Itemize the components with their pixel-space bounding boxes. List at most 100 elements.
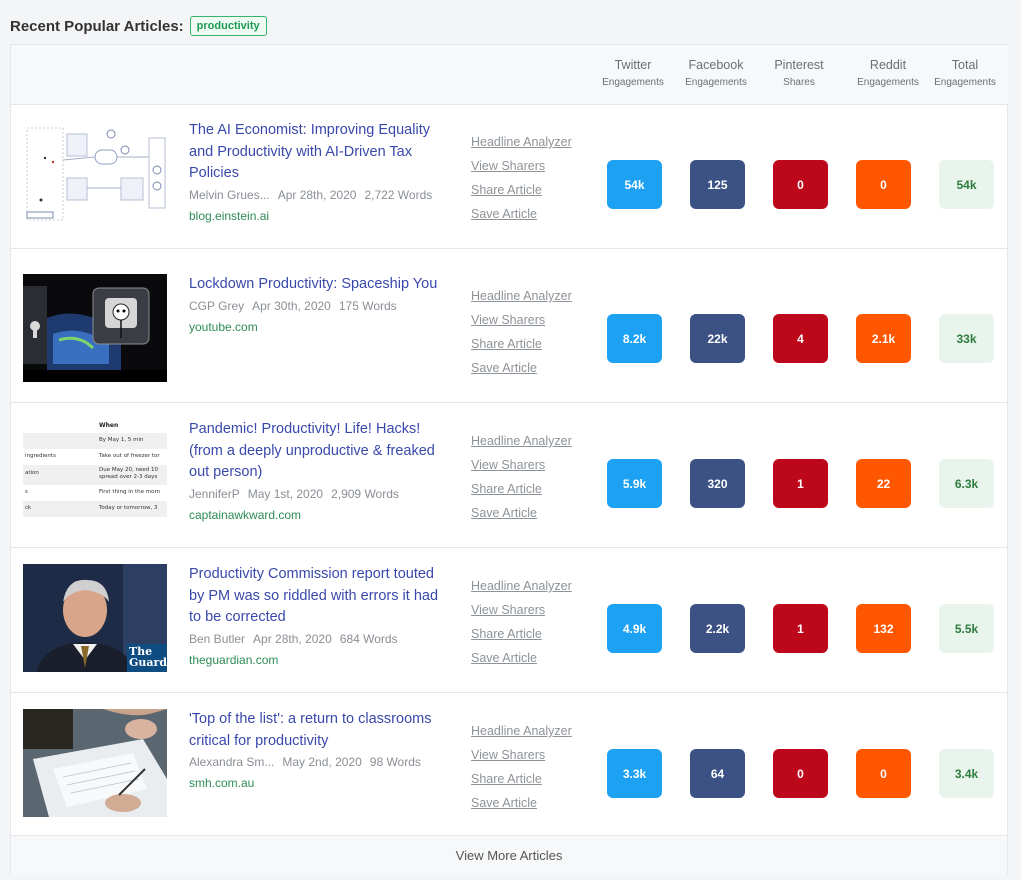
- article-domain-link[interactable]: theguardian.com: [189, 653, 449, 667]
- pinterest-shares-badge[interactable]: 4: [773, 314, 828, 363]
- view-sharers-link[interactable]: View Sharers: [471, 457, 572, 474]
- share-article-link[interactable]: Share Article: [471, 336, 572, 353]
- reddit-engagements-badge[interactable]: 2.1k: [856, 314, 911, 363]
- article-info: The AI Economist: Improving Equality and…: [189, 120, 449, 223]
- article-author[interactable]: Melvin Grues...: [189, 188, 270, 202]
- twitter-engagements-badge[interactable]: 4.9k: [607, 604, 662, 653]
- facebook-engagements-badge[interactable]: 64: [690, 749, 745, 798]
- save-article-link[interactable]: Save Article: [471, 206, 572, 223]
- facebook-engagements-badge[interactable]: 2.2k: [690, 604, 745, 653]
- article-author[interactable]: JenniferP: [189, 487, 240, 501]
- article-title-link[interactable]: Lockdown Productivity: Spaceship You: [189, 274, 449, 296]
- article-actions: Headline Analyzer View Sharers Share Art…: [471, 134, 572, 223]
- article-domain-link[interactable]: blog.einstein.ai: [189, 209, 449, 223]
- thumb-table-header: When: [99, 422, 119, 429]
- topic-tag[interactable]: productivity: [189, 16, 267, 36]
- reddit-engagements-badge[interactable]: 0: [856, 160, 911, 209]
- article-info: 'Top of the list': a return to classroom…: [189, 709, 449, 790]
- article-author[interactable]: CGP Grey: [189, 299, 244, 313]
- article-date: Apr 28th, 2020: [253, 631, 332, 646]
- headline-analyzer-link[interactable]: Headline Analyzer: [471, 578, 572, 595]
- pinterest-shares-badge[interactable]: 0: [773, 160, 828, 209]
- thumb-cell: Take out of freezer tor: [99, 453, 160, 459]
- article-thumbnail[interactable]: When By May 1, 5 min ingredients Take ou…: [23, 419, 167, 527]
- facebook-engagements-badge[interactable]: 320: [690, 459, 745, 508]
- article-author[interactable]: Ben Butler: [189, 632, 245, 646]
- pinterest-shares-badge[interactable]: 0: [773, 749, 828, 798]
- thumb-cell: By May 1, 5 min: [99, 437, 144, 443]
- article-actions: Headline Analyzer View Sharers Share Art…: [471, 578, 572, 667]
- thumb-cell: ation: [25, 470, 39, 476]
- share-article-link[interactable]: Share Article: [471, 626, 572, 643]
- twitter-engagements-badge[interactable]: 3.3k: [607, 749, 662, 798]
- share-article-link[interactable]: Share Article: [471, 182, 572, 199]
- column-header-pinterest[interactable]: Pinterest Shares: [758, 57, 840, 90]
- column-header-subtitle: Engagements: [857, 77, 919, 88]
- total-engagements-badge[interactable]: 54k: [939, 160, 994, 209]
- save-article-link[interactable]: Save Article: [471, 795, 572, 812]
- article-row: 'Top of the list': a return to classroom…: [11, 693, 1009, 838]
- article-thumbnail[interactable]: The Guard: [23, 564, 167, 672]
- reddit-engagements-badge[interactable]: 132: [856, 604, 911, 653]
- thumb-table-row: ingredients Take out of freezer tor: [23, 449, 167, 465]
- headline-analyzer-link[interactable]: Headline Analyzer: [471, 433, 572, 450]
- article-date: Apr 30th, 2020: [252, 298, 331, 313]
- article-title-link[interactable]: The AI Economist: Improving Equality and…: [189, 120, 449, 185]
- article-domain-link[interactable]: youtube.com: [189, 320, 449, 334]
- article-meta: Melvin Grues... Apr 28th, 2020 2,722 Words: [189, 188, 449, 203]
- diagram-thumbnail-image: [23, 120, 167, 228]
- column-header-facebook[interactable]: Facebook Engagements: [675, 57, 757, 90]
- twitter-engagements-badge[interactable]: 5.9k: [607, 459, 662, 508]
- article-thumbnail[interactable]: [23, 274, 167, 382]
- section-header: Recent Popular Articles: productivity: [10, 16, 267, 36]
- view-sharers-link[interactable]: View Sharers: [471, 602, 572, 619]
- share-article-link[interactable]: Share Article: [471, 481, 572, 498]
- share-article-link[interactable]: Share Article: [471, 771, 572, 788]
- headline-analyzer-link[interactable]: Headline Analyzer: [471, 723, 572, 740]
- pinterest-shares-badge[interactable]: 1: [773, 459, 828, 508]
- thumb-cell: s: [25, 489, 28, 495]
- column-header-title: Reddit: [869, 58, 907, 72]
- save-article-link[interactable]: Save Article: [471, 650, 572, 667]
- article-title-link[interactable]: Pandemic! Productivity! Life! Hacks! (fr…: [189, 419, 449, 484]
- twitter-engagements-badge[interactable]: 8.2k: [607, 314, 662, 363]
- total-engagements-badge[interactable]: 6.3k: [939, 459, 994, 508]
- reddit-engagements-badge[interactable]: 0: [856, 749, 911, 798]
- article-meta: JenniferP May 1st, 2020 2,909 Words: [189, 487, 449, 502]
- article-thumbnail[interactable]: [23, 709, 167, 817]
- article-word-count: 684 Words: [339, 631, 398, 646]
- view-sharers-link[interactable]: View Sharers: [471, 747, 572, 764]
- view-more-articles-button[interactable]: View More Articles: [456, 848, 563, 863]
- article-date: May 2nd, 2020: [282, 755, 362, 769]
- view-sharers-link[interactable]: View Sharers: [471, 312, 572, 329]
- article-title-link[interactable]: Productivity Commission report touted by…: [189, 564, 449, 629]
- view-more-bar[interactable]: View More Articles: [11, 835, 1007, 874]
- total-engagements-badge[interactable]: 33k: [939, 314, 994, 363]
- thumb-table-row: By May 1, 5 min: [23, 433, 167, 449]
- facebook-engagements-badge[interactable]: 125: [690, 160, 745, 209]
- column-header-title: Twitter: [614, 58, 652, 72]
- article-row: The Guard Productivity Commission report…: [11, 548, 1009, 693]
- video-thumbnail-image: [23, 274, 167, 382]
- reddit-engagements-badge[interactable]: 22: [856, 459, 911, 508]
- headline-analyzer-link[interactable]: Headline Analyzer: [471, 134, 572, 151]
- pinterest-shares-badge[interactable]: 1: [773, 604, 828, 653]
- article-thumbnail[interactable]: [23, 120, 167, 228]
- article-actions: Headline Analyzer View Sharers Share Art…: [471, 288, 572, 377]
- save-article-link[interactable]: Save Article: [471, 505, 572, 522]
- article-domain-link[interactable]: smh.com.au: [189, 776, 449, 790]
- article-title-link[interactable]: 'Top of the list': a return to classroom…: [189, 709, 449, 752]
- article-author[interactable]: Alexandra Sm...: [189, 755, 274, 769]
- facebook-engagements-badge[interactable]: 22k: [690, 314, 745, 363]
- view-sharers-link[interactable]: View Sharers: [471, 158, 572, 175]
- save-article-link[interactable]: Save Article: [471, 360, 572, 377]
- total-engagements-badge[interactable]: 3.4k: [939, 749, 994, 798]
- twitter-engagements-badge[interactable]: 54k: [607, 160, 662, 209]
- headline-analyzer-link[interactable]: Headline Analyzer: [471, 288, 572, 305]
- article-word-count: 175 Words: [338, 298, 397, 313]
- total-engagements-badge[interactable]: 5.5k: [939, 604, 994, 653]
- article-domain-link[interactable]: captainawkward.com: [189, 508, 449, 522]
- column-header-twitter[interactable]: Twitter Engagements: [592, 57, 674, 90]
- column-header-reddit[interactable]: Reddit Engagements: [847, 57, 929, 90]
- column-header-total[interactable]: Total Engagements: [924, 57, 1006, 90]
